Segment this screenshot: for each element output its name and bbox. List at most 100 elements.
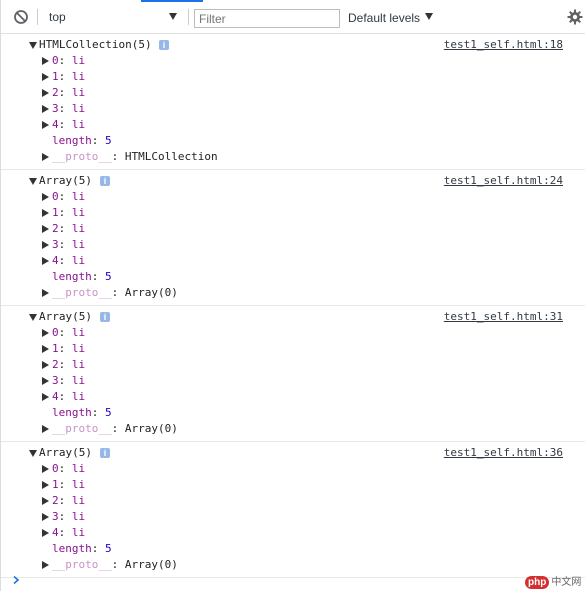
- property-row[interactable]: 2: li: [1, 493, 585, 509]
- source-link[interactable]: test1_self.html:18: [444, 37, 563, 53]
- proto-row[interactable]: __proto__: Array(0): [1, 421, 585, 437]
- property-value: li: [71, 70, 86, 83]
- length-key: length: [52, 270, 92, 283]
- property-row[interactable]: 2: li: [1, 221, 585, 237]
- property-row[interactable]: 1: li: [1, 205, 585, 221]
- property-row[interactable]: 4: li: [1, 525, 585, 541]
- expand-arrow-down-icon[interactable]: [29, 450, 37, 457]
- context-selector[interactable]: top: [43, 8, 183, 26]
- expand-arrow-right-icon[interactable]: [42, 257, 49, 265]
- expand-arrow-right-icon[interactable]: [42, 89, 49, 97]
- chevron-down-icon: [169, 13, 177, 20]
- property-row[interactable]: 1: li: [1, 341, 585, 357]
- expand-arrow-right-icon[interactable]: [42, 241, 49, 249]
- info-icon[interactable]: i: [100, 176, 110, 186]
- property-row[interactable]: 2: li: [1, 357, 585, 373]
- expand-arrow-right-icon[interactable]: [42, 121, 49, 129]
- expand-arrow-right-icon[interactable]: [42, 193, 49, 201]
- property-value: li: [71, 254, 86, 267]
- source-link[interactable]: test1_self.html:24: [444, 173, 563, 189]
- property-row[interactable]: 3: li: [1, 237, 585, 253]
- property-row[interactable]: 0: li: [1, 189, 585, 205]
- clear-console-button[interactable]: [13, 9, 29, 25]
- property-value: li: [71, 238, 86, 251]
- expand-arrow-right-icon[interactable]: [42, 289, 49, 297]
- expand-arrow-right-icon[interactable]: [42, 329, 49, 337]
- property-key: 4: [52, 118, 59, 131]
- property-key: 0: [52, 54, 59, 67]
- property-value: li: [71, 510, 86, 523]
- length-row: length: 5: [52, 542, 112, 555]
- message-header-row[interactable]: Array(5) i test1_self.html:31: [1, 309, 585, 325]
- message-header-row[interactable]: Array(5) i test1_self.html:24: [1, 173, 585, 189]
- proto-key: __proto__: [52, 558, 112, 571]
- expand-arrow-right-icon[interactable]: [42, 57, 49, 65]
- expand-arrow-down-icon[interactable]: [29, 314, 37, 321]
- property-row[interactable]: 4: li: [1, 117, 585, 133]
- proto-row[interactable]: __proto__: HTMLCollection: [1, 149, 585, 165]
- expand-arrow-right-icon[interactable]: [42, 377, 49, 385]
- length-key: length: [52, 134, 92, 147]
- console-settings-button[interactable]: [567, 9, 583, 25]
- expand-arrow-right-icon[interactable]: [42, 393, 49, 401]
- length-row: length: 5: [52, 270, 112, 283]
- expand-arrow-right-icon[interactable]: [42, 225, 49, 233]
- expand-arrow-right-icon[interactable]: [42, 481, 49, 489]
- property-row[interactable]: 4: li: [1, 389, 585, 405]
- length-key: length: [52, 406, 92, 419]
- property-row[interactable]: 3: li: [1, 101, 585, 117]
- source-link[interactable]: test1_self.html:31: [444, 309, 563, 325]
- proto-row[interactable]: __proto__: Array(0): [1, 557, 585, 573]
- expand-arrow-right-icon[interactable]: [42, 513, 49, 521]
- property-row[interactable]: 1: li: [1, 69, 585, 85]
- proto-value: Array(0): [124, 422, 178, 435]
- console-message: Array(5) i test1_self.html:36 0: li 1: l…: [1, 445, 585, 578]
- message-header-row[interactable]: Array(5) i test1_self.html:36: [1, 445, 585, 461]
- watermark-brand: php: [525, 576, 550, 589]
- info-icon[interactable]: i: [159, 40, 169, 50]
- expand-arrow-right-icon[interactable]: [42, 529, 49, 537]
- property-row[interactable]: 0: li: [1, 325, 585, 341]
- expand-arrow-right-icon[interactable]: [42, 561, 49, 569]
- log-levels-selector[interactable]: Default levels: [348, 8, 438, 26]
- expand-arrow-right-icon[interactable]: [42, 105, 49, 113]
- proto-value: Array(0): [124, 286, 178, 299]
- property-value: li: [71, 118, 86, 131]
- property-row[interactable]: 0: li: [1, 53, 585, 69]
- prompt-chevron-icon: [13, 575, 20, 585]
- expand-arrow-down-icon[interactable]: [29, 42, 37, 49]
- expand-arrow-right-icon[interactable]: [42, 345, 49, 353]
- expand-arrow-right-icon[interactable]: [42, 73, 49, 81]
- property-row[interactable]: 3: li: [1, 373, 585, 389]
- expand-arrow-right-icon[interactable]: [42, 361, 49, 369]
- length-value: 5: [105, 270, 112, 283]
- console-message: Array(5) i test1_self.html:24 0: li 1: l…: [1, 173, 585, 306]
- message-header-row[interactable]: HTMLCollection(5) i test1_self.html:18: [1, 37, 585, 53]
- property-value: li: [71, 342, 86, 355]
- property-row[interactable]: 2: li: [1, 85, 585, 101]
- property-key: 3: [52, 374, 59, 387]
- info-icon[interactable]: i: [100, 448, 110, 458]
- property-value: li: [71, 326, 86, 339]
- expand-arrow-down-icon[interactable]: [29, 178, 37, 185]
- property-row[interactable]: 3: li: [1, 509, 585, 525]
- console-prompt[interactable]: [11, 570, 21, 585]
- expand-arrow-right-icon[interactable]: [42, 497, 49, 505]
- info-icon[interactable]: i: [100, 312, 110, 322]
- expand-arrow-right-icon[interactable]: [42, 209, 49, 217]
- expand-arrow-right-icon[interactable]: [42, 465, 49, 473]
- property-key: 4: [52, 390, 59, 403]
- console-toolbar: top Default levels: [1, 0, 585, 34]
- chevron-down-icon: [425, 13, 433, 20]
- proto-row[interactable]: __proto__: Array(0): [1, 285, 585, 301]
- property-row[interactable]: 1: li: [1, 477, 585, 493]
- property-row[interactable]: 0: li: [1, 461, 585, 477]
- expand-arrow-right-icon[interactable]: [42, 425, 49, 433]
- expand-arrow-right-icon[interactable]: [42, 153, 49, 161]
- property-key: 4: [52, 526, 59, 539]
- property-key: 2: [52, 86, 59, 99]
- source-link[interactable]: test1_self.html:36: [444, 445, 563, 461]
- property-row[interactable]: 4: li: [1, 253, 585, 269]
- property-key: 0: [52, 326, 59, 339]
- filter-input[interactable]: [194, 9, 340, 28]
